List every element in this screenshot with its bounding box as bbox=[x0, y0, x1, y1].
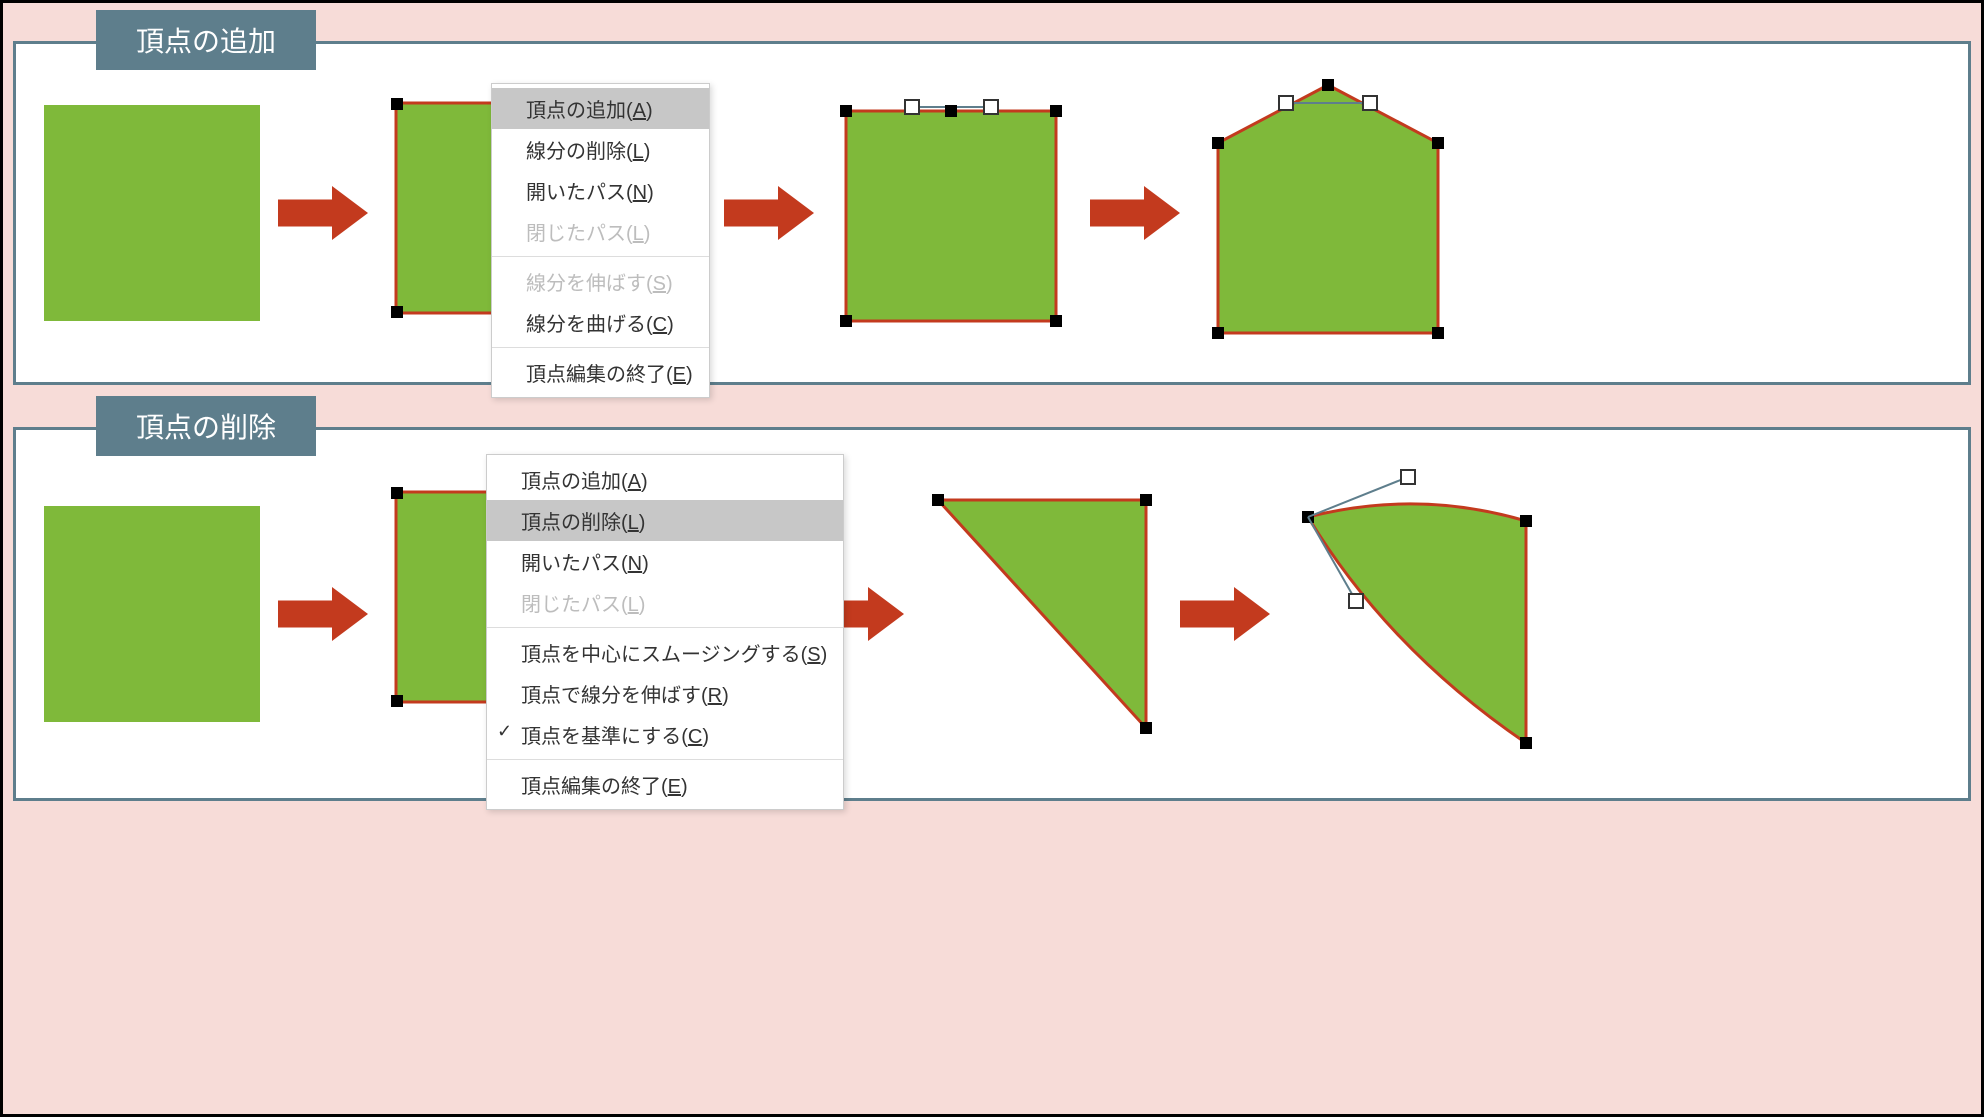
menu-item-add-vertex[interactable]: 頂点の追加(A) bbox=[492, 88, 709, 129]
shape-plain-square bbox=[44, 506, 260, 722]
menu-item-exit-edit[interactable]: 頂点編集の終了(E) bbox=[487, 764, 843, 805]
stage-add-result bbox=[1198, 73, 1458, 353]
menu-item-corner[interactable]: ✓頂点を基準にする(C) bbox=[487, 714, 843, 755]
delete-row: 頂点の追加(A) 頂点の削除(L) 開いたパス(N) 閉じたパス(L) 頂点を中… bbox=[44, 454, 1940, 774]
menu-sep bbox=[492, 347, 709, 348]
context-menu-delete[interactable]: 頂点の追加(A) 頂点の削除(L) 開いたパス(N) 閉じたパス(L) 頂点を中… bbox=[486, 454, 844, 810]
arrow-icon bbox=[724, 185, 814, 241]
checkmark-icon: ✓ bbox=[497, 721, 512, 742]
section-add-vertex: 頂点の追加 頂点の追加(A) 線分の削除( bbox=[13, 13, 1971, 385]
menu-sep bbox=[487, 627, 843, 628]
arrow-icon bbox=[278, 185, 368, 241]
menu-item-bend-segment[interactable]: 線分を曲げる(C) bbox=[492, 302, 709, 343]
arrow-icon bbox=[278, 586, 368, 642]
menu-item-delete-segment[interactable]: 線分の削除(L) bbox=[492, 129, 709, 170]
arrow-icon bbox=[1090, 185, 1180, 241]
menu-item-smooth[interactable]: 頂点を中心にスムージングする(S) bbox=[487, 632, 843, 673]
menu-item-extend-segment: 線分を伸ばす(S) bbox=[492, 261, 709, 302]
section-delete-vertex: 頂点の削除 頂点の追加(A) 頂点の削除(L) bbox=[13, 399, 1971, 801]
menu-item-open-path[interactable]: 開いたパス(N) bbox=[487, 541, 843, 582]
menu-item-extend-at-vertex[interactable]: 頂点で線分を伸ばす(R) bbox=[487, 673, 843, 714]
menu-item-close-path: 閉じたパス(L) bbox=[492, 211, 709, 252]
menu-item-open-path[interactable]: 開いたパス(N) bbox=[492, 170, 709, 211]
stage-del-edit: 頂点の追加(A) 頂点の削除(L) 開いたパス(N) 閉じたパス(L) 頂点を中… bbox=[386, 454, 796, 774]
add-row: 頂点の追加(A) 線分の削除(L) 開いたパス(N) 閉じたパス(L) 線分を伸… bbox=[44, 68, 1940, 358]
arrow-icon bbox=[1180, 586, 1270, 642]
context-menu-add[interactable]: 頂点の追加(A) 線分の削除(L) 開いたパス(N) 閉じたパス(L) 線分を伸… bbox=[491, 83, 710, 398]
stage-del-result-triangle bbox=[922, 484, 1162, 744]
menu-item-delete-vertex[interactable]: 頂点の削除(L) bbox=[487, 500, 843, 541]
stage-add-edit: 頂点の追加(A) 線分の削除(L) 開いたパス(N) 閉じたパス(L) 線分を伸… bbox=[386, 73, 706, 353]
menu-sep bbox=[492, 256, 709, 257]
shape-plain-square bbox=[44, 105, 260, 321]
stage-del-result-curve bbox=[1288, 469, 1548, 759]
menu-item-close-path: 閉じたパス(L) bbox=[487, 582, 843, 623]
menu-item-exit-edit[interactable]: 頂点編集の終了(E) bbox=[492, 352, 709, 393]
stage-add-selected bbox=[832, 93, 1072, 333]
menu-sep bbox=[487, 759, 843, 760]
menu-item-add-vertex[interactable]: 頂点の追加(A) bbox=[487, 459, 843, 500]
section-title-add: 頂点の追加 bbox=[96, 10, 316, 70]
section-title-delete: 頂点の削除 bbox=[96, 396, 316, 456]
